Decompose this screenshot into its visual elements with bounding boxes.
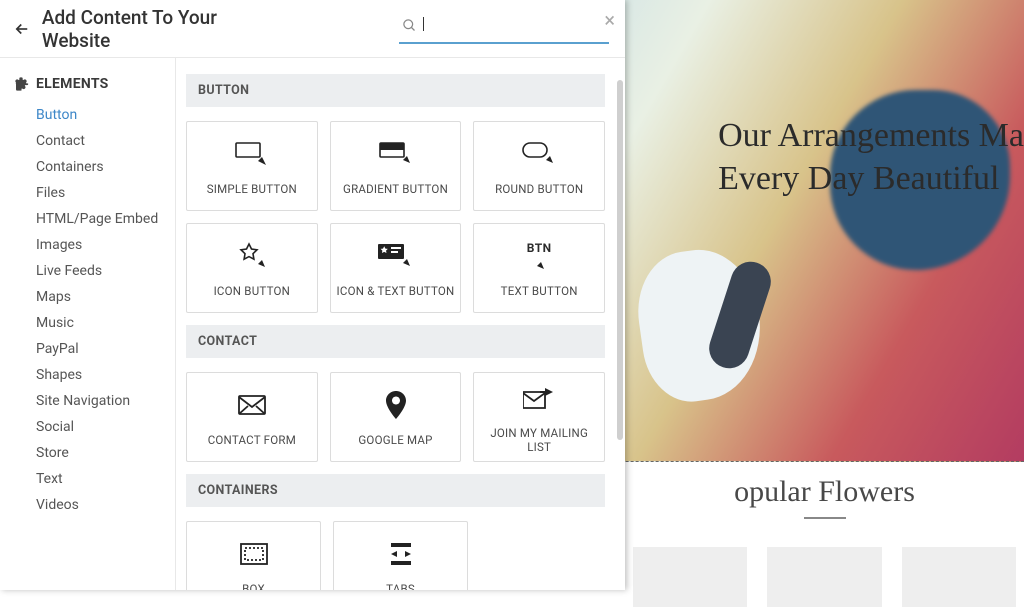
sidebar-item-label: Files — [36, 185, 65, 201]
sidebar-item-videos[interactable]: Videos — [36, 492, 175, 518]
popular-card — [767, 547, 881, 607]
sidebar-item-images[interactable]: Images — [36, 232, 175, 258]
element-label: CONTACT FORM — [208, 434, 296, 448]
element-round-button[interactable]: ROUND BUTTON — [473, 121, 605, 211]
popular-card — [633, 547, 747, 607]
search-icon — [399, 18, 419, 33]
icon-button-icon — [237, 239, 267, 273]
tabs-icon — [387, 537, 415, 571]
map-pin-icon — [386, 388, 406, 422]
sidebar-title-text: ELEMENTS — [36, 76, 109, 92]
sidebar-item-music[interactable]: Music — [36, 310, 175, 336]
element-label: BOX — [242, 583, 265, 590]
panel-header: Add Content To Your Website × — [0, 0, 625, 58]
sidebar-item-live-feeds[interactable]: Live Feeds — [36, 258, 175, 284]
section-heading-button: BUTTON — [186, 74, 605, 107]
sidebar-item-maps[interactable]: Maps — [36, 284, 175, 310]
element-label: TEXT BUTTON — [501, 285, 578, 299]
sidebar-item-label: Containers — [36, 159, 104, 175]
close-button[interactable]: × — [604, 8, 615, 32]
sidebar-item-label: Maps — [36, 289, 71, 305]
sidebar-item-label: HTML/Page Embed — [36, 211, 158, 227]
box-icon — [239, 537, 269, 571]
panel-title: Add Content To Your Website — [42, 6, 289, 52]
gradient-button-icon — [378, 137, 414, 171]
hero-title-line2: Every Day Beautiful — [718, 160, 999, 197]
sidebar-item-store[interactable]: Store — [36, 440, 175, 466]
element-tabs[interactable]: TABS — [333, 521, 468, 590]
round-button-icon — [521, 137, 557, 171]
sidebar-item-paypal[interactable]: PayPal — [36, 336, 175, 362]
sidebar-item-button[interactable]: Button — [36, 102, 175, 128]
puzzle-icon — [14, 76, 30, 92]
sidebar-item-contact[interactable]: Contact — [36, 128, 175, 154]
close-icon: × — [604, 8, 615, 32]
element-simple-button[interactable]: SIMPLE BUTTON — [186, 121, 318, 211]
element-label: SIMPLE BUTTON — [207, 183, 297, 197]
element-gradient-button[interactable]: GRADIENT BUTTON — [330, 121, 462, 211]
sidebar-item-html-page-embed[interactable]: HTML/Page Embed — [36, 206, 175, 232]
arrow-left-icon — [13, 20, 31, 38]
sidebar-item-label: Site Navigation — [36, 393, 130, 409]
sidebar-item-label: Social — [36, 419, 74, 435]
sidebar-item-label: Videos — [36, 497, 79, 513]
hero-title: Our Arrangements Ma Every Day Beautiful — [718, 115, 1024, 200]
popular-heading: opular Flowers — [625, 475, 1024, 509]
element-box[interactable]: BOX — [186, 521, 321, 590]
empty-card-slot — [480, 521, 605, 590]
panel-body: ELEMENTS Button Contact Containers Files HTM… — [0, 58, 625, 590]
sidebar-item-social[interactable]: Social — [36, 414, 175, 440]
element-icon-button[interactable]: ICON BUTTON — [186, 223, 318, 313]
sidebar-item-label: Shapes — [36, 367, 82, 383]
sidebar-item-label: Store — [36, 445, 69, 461]
sidebar: ELEMENTS Button Contact Containers Files HTM… — [0, 58, 176, 590]
element-mailing-list[interactable]: JOIN MY MAILING LIST — [473, 372, 605, 462]
popular-card — [902, 547, 1016, 607]
sidebar-item-label: Button — [36, 107, 77, 123]
search-field[interactable] — [399, 14, 609, 44]
element-label: ICON & TEXT BUTTON — [337, 285, 455, 299]
catalog[interactable]: BUTTON SIMPLE BUTTON GRADIENT BUTTON — [176, 58, 625, 590]
element-label: GRADIENT BUTTON — [343, 183, 448, 197]
element-icon-text-button[interactable]: ICON & TEXT BUTTON — [330, 223, 462, 313]
sidebar-item-label: Live Feeds — [36, 263, 102, 279]
element-text-button[interactable]: BTN TEXT BUTTON — [473, 223, 605, 313]
element-label: ROUND BUTTON — [495, 183, 583, 197]
mailing-list-icon — [523, 381, 555, 415]
sidebar-item-files[interactable]: Files — [36, 180, 175, 206]
sidebar-item-label: Music — [36, 315, 74, 331]
element-google-map[interactable]: GOOGLE MAP — [330, 372, 462, 462]
sidebar-item-text[interactable]: Text — [36, 466, 175, 492]
text-button-glyph: BTN — [527, 241, 552, 255]
simple-button-icon — [234, 137, 270, 171]
popular-section: opular Flowers — [625, 475, 1024, 607]
element-label: ICON BUTTON — [214, 285, 291, 299]
popular-rule — [804, 517, 846, 519]
back-button[interactable] — [8, 15, 36, 43]
element-label: JOIN MY MAILING LIST — [478, 427, 600, 455]
sidebar-item-label: PayPal — [36, 341, 79, 357]
element-label: GOOGLE MAP — [358, 434, 432, 448]
scrollbar-thumb[interactable] — [617, 80, 623, 440]
element-contact-form[interactable]: CONTACT FORM — [186, 372, 318, 462]
sidebar-item-containers[interactable]: Containers — [36, 154, 175, 180]
sidebar-item-shapes[interactable]: Shapes — [36, 362, 175, 388]
sidebar-item-label: Contact — [36, 133, 85, 149]
sidebar-item-site-navigation[interactable]: Site Navigation — [36, 388, 175, 414]
element-label: TABS — [386, 583, 415, 590]
sidebar-item-label: Images — [36, 237, 82, 253]
section-heading-contact: CONTACT — [186, 325, 605, 358]
add-content-panel: Add Content To Your Website × ELEMENTS B… — [0, 0, 625, 590]
section-heading-containers: CONTAINERS — [186, 474, 605, 507]
icon-text-button-icon — [378, 239, 414, 273]
text-button-icon: BTN — [527, 239, 552, 273]
hero-title-line1: Our Arrangements Ma — [718, 117, 1024, 154]
sidebar-item-label: Text — [36, 471, 63, 487]
search-input[interactable] — [419, 18, 609, 34]
sidebar-heading: ELEMENTS — [14, 76, 175, 92]
envelope-icon — [237, 388, 267, 422]
